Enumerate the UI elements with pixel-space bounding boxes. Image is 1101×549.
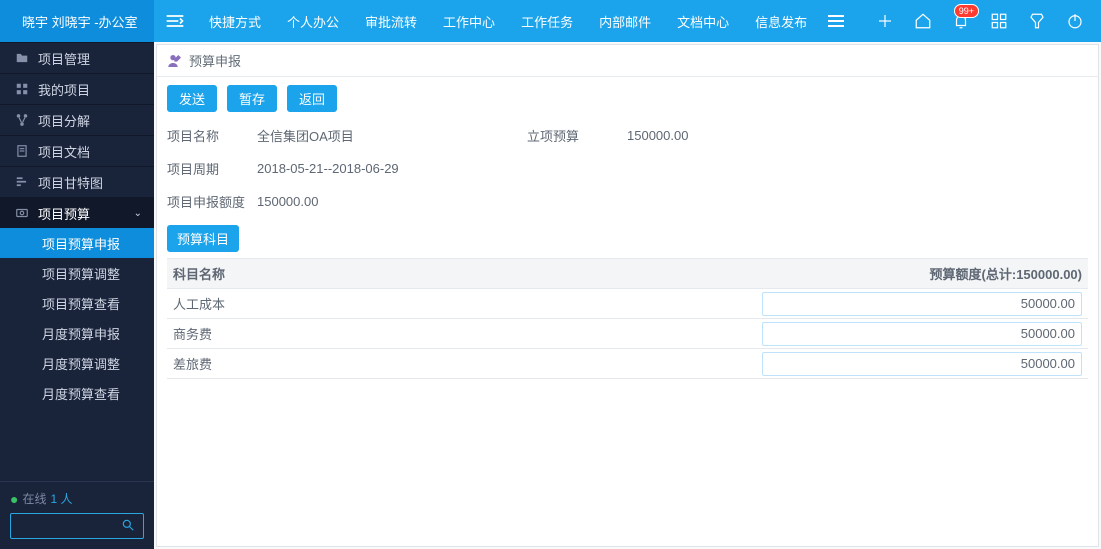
table-row: 差旅费: [167, 349, 1088, 379]
online-label: 在线: [22, 490, 46, 507]
project-name-label: 项目名称: [167, 126, 247, 145]
sidebar-item[interactable]: 项目预算 ⌄: [0, 197, 154, 228]
online-count: 1 人: [50, 490, 72, 507]
folder-icon: [14, 51, 30, 65]
amount-input[interactable]: [762, 352, 1082, 376]
amount-input[interactable]: [762, 322, 1082, 346]
presence-icon: ●: [10, 491, 18, 507]
user-pencil-icon: [167, 53, 183, 69]
grid-icon: [14, 82, 30, 96]
panel-title: 预算申报: [189, 51, 241, 70]
save-button[interactable]: 暂存: [227, 85, 277, 112]
sidebar-item[interactable]: 项目文档: [0, 135, 154, 166]
panel: 预算申报 发送 暂存 返回 项目名称 全信集团OA项目 立项预算 150000.…: [156, 44, 1099, 547]
add-icon[interactable]: [869, 0, 901, 42]
sidebar: 晓宇 刘晓宇 -办公室 项目管理我的项目项目分解项目文档项目甘特图项目预算⌄项目…: [0, 0, 154, 549]
apps-icon[interactable]: [983, 0, 1015, 42]
user-indicator: [10, 13, 16, 29]
sidebar-item-label: 我的项目: [38, 80, 90, 99]
sidebar-menu: 项目管理我的项目项目分解项目文档项目甘特图项目预算 ⌄ 项目预算申报项目预算调整项目…: [0, 42, 154, 481]
back-button[interactable]: 返回: [287, 85, 337, 112]
top-nav-item[interactable]: 信息发布: [742, 0, 820, 42]
col-amount: 预算额度(总计:150000.00): [762, 264, 1082, 283]
sidebar-sub-item[interactable]: 月度预算申报: [0, 318, 154, 348]
top-nav-item[interactable]: 工作中心: [430, 0, 508, 42]
online-status: ● 在线 1 人: [10, 490, 144, 507]
sidebar-item-label: 项目文档: [38, 142, 90, 161]
table-row: 人工成本: [167, 289, 1088, 319]
top-nav-item[interactable]: 工作任务: [508, 0, 586, 42]
item-name: 人工成本: [173, 294, 762, 313]
top-nav-item[interactable]: 审批流转: [352, 0, 430, 42]
budget-value: 150000.00: [627, 128, 827, 143]
sidebar-item[interactable]: 项目管理: [0, 42, 154, 73]
sidebar-sub-item[interactable]: 项目预算申报: [0, 228, 154, 258]
sidebar-user: 晓宇 刘晓宇 -办公室: [0, 0, 154, 42]
table-row: 商务费: [167, 319, 1088, 349]
content: 预算申报 发送 暂存 返回 项目名称 全信集团OA项目 立项预算 150000.…: [154, 42, 1101, 549]
sidebar-footer: ● 在线 1 人: [0, 481, 154, 549]
sidebar-item-label: 项目分解: [38, 111, 90, 130]
budget-label: 立项预算: [527, 126, 617, 145]
sidebar-item[interactable]: 项目分解: [0, 104, 154, 135]
sidebar-item-label: 项目甘特图: [38, 173, 103, 192]
top-nav-item[interactable]: 快捷方式: [196, 0, 274, 42]
sidebar-item[interactable]: 项目甘特图: [0, 166, 154, 197]
top-nav-item[interactable]: 文档中心: [664, 0, 742, 42]
user-name: 晓宇 刘晓宇 -办公室: [22, 12, 138, 31]
table-header-row: 科目名称 预算额度(总计:150000.00): [167, 259, 1088, 289]
section-header: 预算科目: [167, 225, 1088, 252]
more-icon[interactable]: [820, 0, 852, 42]
menu-toggle-icon[interactable]: [154, 0, 196, 42]
theme-icon[interactable]: [1021, 0, 1053, 42]
top-nav-item[interactable]: 内部邮件: [586, 0, 664, 42]
sidebar-sub-item[interactable]: 项目预算查看: [0, 288, 154, 318]
bell-icon[interactable]: 99+: [945, 0, 977, 42]
top-nav: 快捷方式个人办公审批流转工作中心工作任务内部邮件文档中心信息发布: [196, 0, 820, 42]
power-icon[interactable]: [1059, 0, 1091, 42]
declare-amount-label: 项目申报额度: [167, 192, 247, 211]
panel-header: 预算申报: [157, 45, 1098, 77]
money-icon: [14, 206, 30, 220]
home-icon[interactable]: [907, 0, 939, 42]
project-name-value: 全信集团OA项目: [257, 126, 517, 145]
item-name: 差旅费: [173, 354, 762, 373]
chevron-icon: ⌄: [134, 208, 142, 219]
col-name: 科目名称: [173, 264, 762, 283]
declare-amount-value: 150000.00: [257, 194, 827, 209]
sidebar-item-label: 项目管理: [38, 49, 90, 68]
tree-icon: [14, 113, 30, 127]
sidebar-sub-item[interactable]: 项目预算调整: [0, 258, 154, 288]
send-button[interactable]: 发送: [167, 85, 217, 112]
topbar-right-icons: 99+: [869, 0, 1101, 42]
topbar: 快捷方式个人办公审批流转工作中心工作任务内部邮件文档中心信息发布 99+: [154, 0, 1101, 42]
item-name: 商务费: [173, 324, 762, 343]
top-nav-item[interactable]: 个人办公: [274, 0, 352, 42]
toolbar: 发送 暂存 返回: [157, 77, 1098, 118]
amount-input[interactable]: [762, 292, 1082, 316]
sidebar-sub-item[interactable]: 月度预算查看: [0, 378, 154, 408]
doc-icon: [14, 144, 30, 158]
sidebar-item[interactable]: 我的项目: [0, 73, 154, 104]
period-value: 2018-05-21--2018-06-29: [257, 161, 827, 176]
sidebar-search[interactable]: [10, 513, 144, 539]
budget-items-button[interactable]: 预算科目: [167, 225, 239, 252]
sidebar-item-label: 项目预算: [38, 204, 90, 223]
notification-badge: 99+: [954, 4, 979, 18]
search-icon: [121, 518, 135, 535]
form: 项目名称 全信集团OA项目 立项预算 150000.00 项目周期 2018-0…: [157, 118, 1098, 215]
sidebar-sub-item[interactable]: 月度预算调整: [0, 348, 154, 378]
period-label: 项目周期: [167, 159, 247, 178]
budget-table: 科目名称 预算额度(总计:150000.00) 人工成本商务费差旅费: [167, 258, 1088, 379]
gantt-icon: [14, 175, 30, 189]
